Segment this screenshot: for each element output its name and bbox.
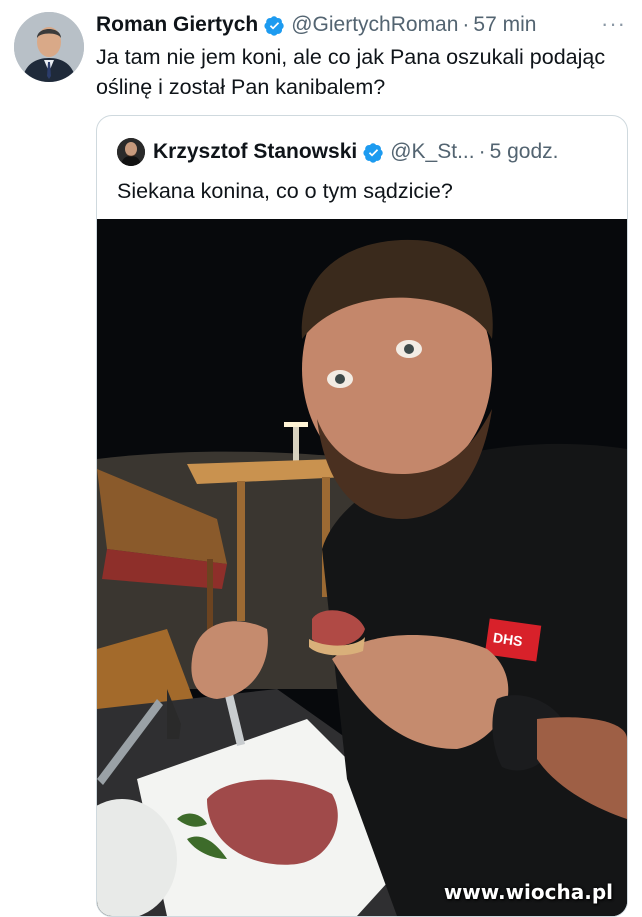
tweet-timestamp[interactable]: 57 min — [473, 11, 536, 39]
author-name[interactable]: Roman Giertych — [96, 11, 258, 39]
verified-badge-icon — [363, 142, 383, 163]
separator-dot: · — [462, 13, 470, 36]
watermark: www.wiocha.pl — [443, 880, 613, 904]
quoted-tweet-text: Siekana konina, co o tym sądzicie? — [117, 179, 453, 203]
quoted-tweet-photo[interactable]: DHS www.wiocha.pl — [97, 219, 627, 916]
quoted-author-name: Krzysztof Stanowski — [153, 140, 358, 163]
quoted-author-handle: @K_St... — [390, 140, 475, 163]
quoted-tweet-timestamp: 5 godz. — [489, 140, 559, 163]
tweet-header: Roman Giertych @GiertychRoman · 57 min ·… — [96, 10, 626, 40]
quoted-author-avatar — [117, 138, 145, 166]
separator-dot: · — [478, 140, 486, 163]
author-avatar[interactable] — [14, 12, 84, 82]
verified-badge-icon — [264, 15, 284, 36]
tweet-text: Ja tam nie jem koni, ale co jak Pana osz… — [96, 45, 606, 99]
more-options-icon[interactable]: ··· — [601, 10, 626, 38]
author-handle[interactable]: @GiertychRoman — [291, 11, 458, 39]
photo-illustration: DHS — [97, 219, 627, 916]
quoted-tweet-header: Krzysztof Stanowski @K_St... · 5 godz. — [117, 136, 617, 168]
quoted-tweet-card[interactable]: Krzysztof Stanowski @K_St... · 5 godz. S… — [96, 115, 628, 917]
